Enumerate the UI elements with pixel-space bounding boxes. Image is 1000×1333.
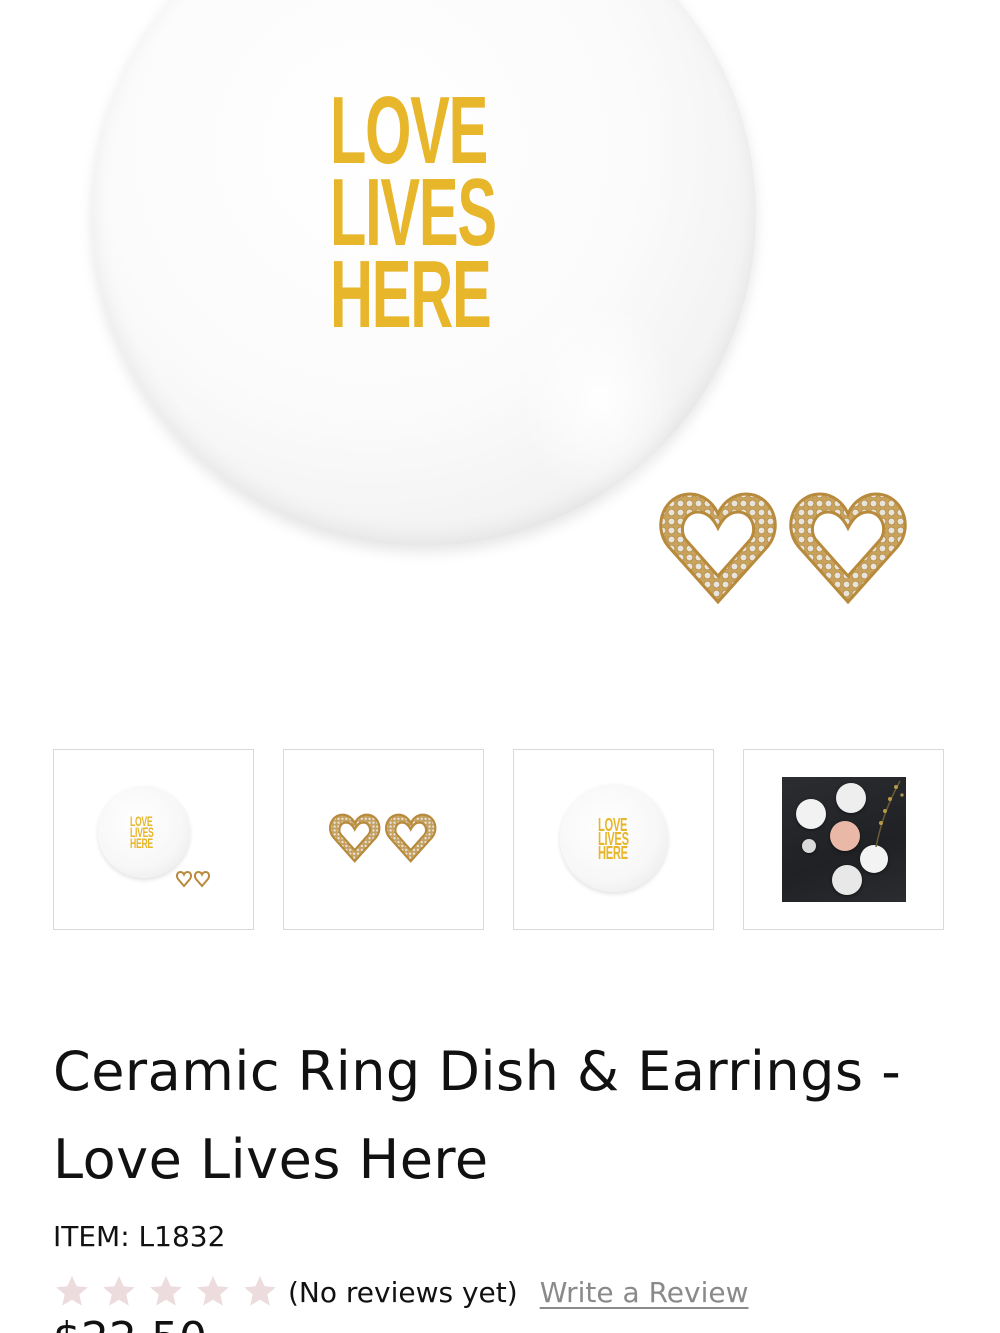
no-reviews-text: (No reviews yet) [288, 1275, 518, 1309]
dish-lettering: LOVE LIVES HERE [330, 77, 497, 348]
product-sku: ITEM: L1832 [53, 1220, 226, 1253]
mini-dish-lettering: LOVE LIVES HERE [598, 815, 629, 863]
lifestyle-photo-image [782, 777, 906, 902]
earrings-icon [329, 813, 437, 863]
rating-row: (No reviews yet) Write a Review [53, 1268, 748, 1316]
star-icon [56, 1275, 88, 1306]
heart-earrings-icon [659, 492, 907, 605]
thumbnail-earrings[interactable] [283, 749, 484, 930]
thumbnail-lifestyle-photo[interactable] [743, 749, 944, 930]
dish-highlight [520, 300, 680, 500]
flower-sprig-icon [875, 780, 904, 847]
thumbnail-strip: LOVE LIVES HERE LOVE LIVES HERE [53, 749, 945, 930]
star-icon [197, 1275, 229, 1306]
mini-dish-lettering: LOVE LIVES HERE [130, 813, 154, 851]
thumbnail-dish[interactable]: LOVE LIVES HERE [513, 749, 714, 930]
star-icon [103, 1275, 135, 1306]
star-rating[interactable] [53, 1273, 288, 1311]
mini-earrings-icon [176, 870, 211, 888]
product-main-image[interactable]: LOVE LIVES HERE [0, 0, 1000, 720]
star-icon [150, 1275, 182, 1306]
product-title: Ceramic Ring Dish & Earrings - Love Live… [53, 1040, 902, 1191]
write-review-link[interactable]: Write a Review [540, 1276, 749, 1309]
product-page: LOVE LIVES HERE LOVE LIVES HERE LOVE LIV… [0, 0, 1000, 1333]
star-icon [244, 1275, 276, 1306]
thumbnail-dish-and-earrings[interactable]: LOVE LIVES HERE [53, 749, 254, 930]
product-price: $22.50 [53, 1314, 207, 1333]
